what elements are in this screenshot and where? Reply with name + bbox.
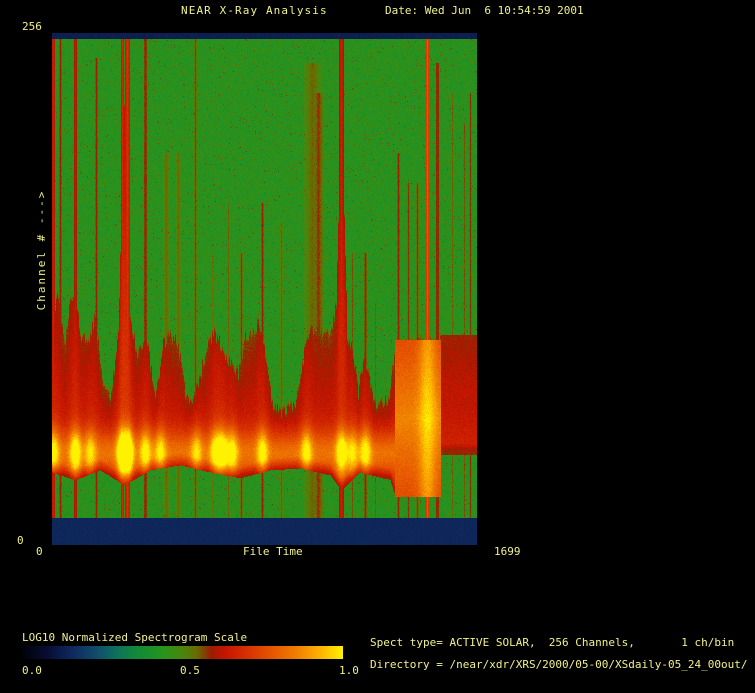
y-axis-max-label: 256 bbox=[22, 20, 42, 33]
date-label: Date: Wed Jun 6 10:54:59 2001 bbox=[385, 4, 584, 17]
colorbar-tick-max: 1.0 bbox=[339, 664, 359, 677]
spectrogram-plot bbox=[52, 33, 477, 545]
colorbar-title: LOG10 Normalized Spectrogram Scale bbox=[22, 631, 248, 644]
colorbar-tick-mid: 0.5 bbox=[180, 664, 200, 677]
x-axis-min-label: 0 bbox=[36, 545, 43, 558]
y-axis-title: Channel # ---> bbox=[35, 189, 48, 311]
page-title: NEAR X-Ray Analysis bbox=[181, 4, 328, 17]
x-axis-max-label: 1699 bbox=[494, 545, 521, 558]
colorbar-gradient bbox=[22, 646, 343, 659]
x-axis-title: File Time bbox=[243, 545, 303, 558]
directory-label: Directory = /near/xdr/XRS/2000/05-00/XSd… bbox=[370, 658, 748, 671]
near-xray-analysis-window: NEAR X-Ray Analysis Date: Wed Jun 6 10:5… bbox=[0, 0, 755, 693]
y-axis-min-label: 0 bbox=[17, 534, 24, 547]
colorbar-tick-min: 0.0 bbox=[22, 664, 42, 677]
spect-type-label: Spect type= ACTIVE SOLAR, 256 Channels, … bbox=[370, 636, 735, 649]
